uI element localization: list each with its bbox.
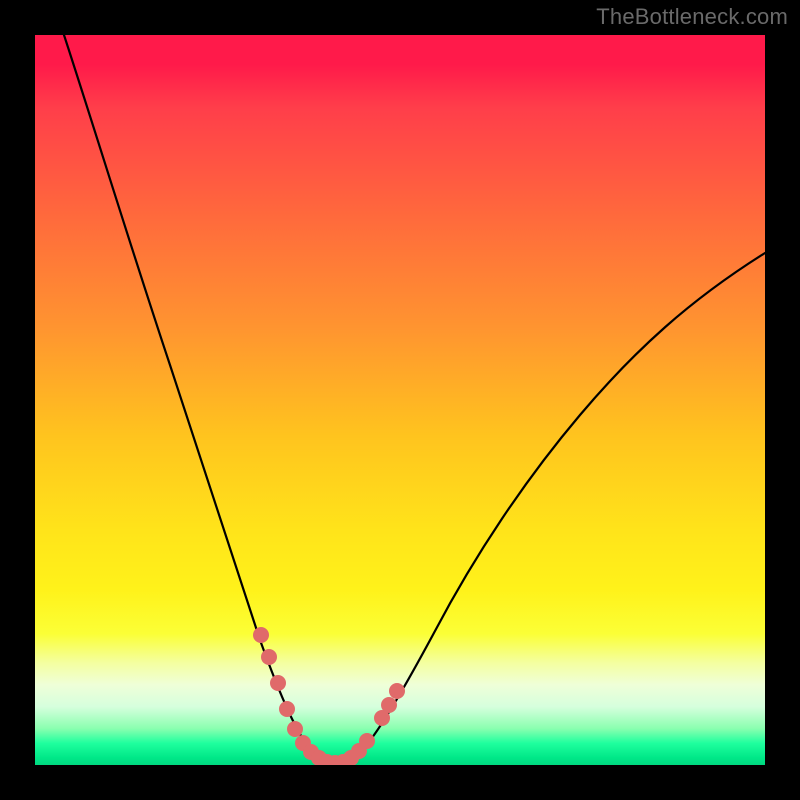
curve-highlight-dots [253,627,405,765]
watermark-text: TheBottleneck.com [596,4,788,30]
curve-layer [35,35,765,765]
bottleneck-curve [64,35,765,764]
plot-area [35,35,765,765]
chart-frame: TheBottleneck.com [0,0,800,800]
